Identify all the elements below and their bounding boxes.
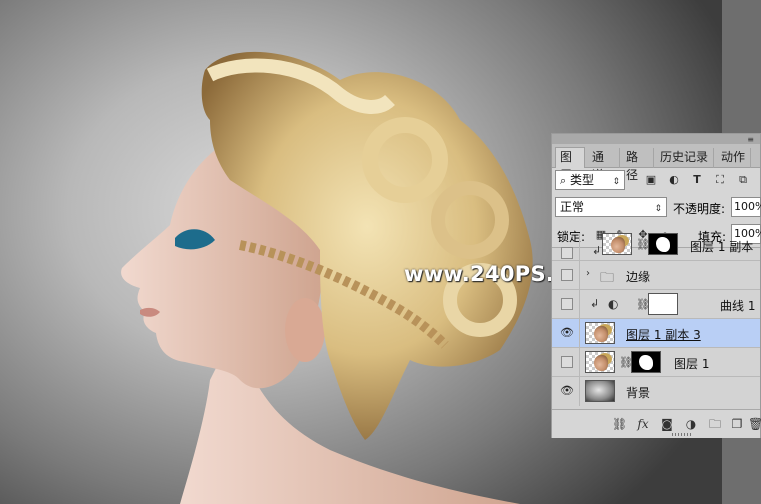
- adjustment-layer-icon: ◐: [608, 297, 619, 311]
- layer-row[interactable]: ⛓ 图层 1: [552, 348, 760, 377]
- visibility-off-box[interactable]: [561, 356, 573, 368]
- layer-mask-thumbnail[interactable]: [631, 351, 661, 373]
- ear-shape: [285, 298, 325, 362]
- filter-adjustment-icon[interactable]: ◐: [667, 173, 681, 187]
- layer-name[interactable]: 图层 1 副本 3: [626, 326, 701, 343]
- layer-name[interactable]: 背景: [626, 384, 650, 401]
- filter-kind-select[interactable]: ⌕ 类型 ⇕: [555, 170, 625, 190]
- layer-row-background[interactable]: 👁︎ 背景: [552, 377, 760, 406]
- thumbnail-face: [611, 237, 625, 253]
- mask-silhouette: [656, 237, 670, 252]
- mask-silhouette: [639, 355, 653, 370]
- tab-channels[interactable]: 通道: [588, 148, 620, 182]
- layer-name[interactable]: 图层 1: [674, 355, 709, 372]
- link-icon[interactable]: ⛓: [612, 417, 627, 431]
- background-thumbnail[interactable]: [585, 380, 615, 402]
- layer-mask-thumbnail[interactable]: [648, 293, 678, 315]
- layers-list: ↲ ⛓ 图层 1 副本 › 🗀︎ 边缘 ↲ ◐ ⛓ 曲线 1 👁︎ 图层 1 副…: [552, 233, 760, 409]
- layer-mask-thumbnail[interactable]: [648, 233, 678, 255]
- thumbnail-face: [594, 326, 608, 342]
- folder-icon[interactable]: 🗀︎: [708, 417, 722, 431]
- layer-name[interactable]: 曲线 1: [720, 297, 755, 314]
- filter-kind-label: 类型: [570, 173, 595, 187]
- clip-arrow-icon: ↲: [590, 297, 600, 310]
- layer-thumbnail[interactable]: [585, 351, 615, 373]
- tab-actions[interactable]: 动作: [717, 148, 751, 168]
- layers-bottom-toolbar: ⛓ fx ◙ ◑ 🗀︎ ❐ 🗑︎: [552, 409, 761, 438]
- visibility-toggle[interactable]: [552, 290, 580, 318]
- chevron-updown-icon: ⇕: [654, 204, 662, 214]
- tab-paths[interactable]: 路径: [622, 148, 654, 182]
- opacity-label: 不透明度:: [673, 202, 726, 216]
- visibility-toggle[interactable]: [552, 233, 580, 260]
- eye-icon[interactable]: 👁︎: [560, 385, 574, 397]
- filter-shape-icon[interactable]: ⛶: [713, 173, 727, 187]
- filter-pixel-icon[interactable]: ▣: [644, 173, 658, 187]
- new-layer-icon[interactable]: ❐: [730, 417, 744, 431]
- layer-name[interactable]: 边缘: [626, 268, 650, 285]
- visibility-toggle[interactable]: [552, 348, 580, 376]
- panel-tabs: 图层 通道 路径 历史记录 动作: [552, 144, 760, 182]
- layer-row-selected[interactable]: 👁︎ 图层 1 副本 3: [552, 319, 760, 348]
- visibility-off-box[interactable]: [561, 269, 573, 281]
- expand-arrow-icon[interactable]: ›: [586, 268, 590, 279]
- layer-row[interactable]: ↲ ◐ ⛓ 曲线 1: [552, 290, 760, 319]
- blend-mode-select[interactable]: 正常 ⇕: [555, 197, 667, 217]
- eye-icon[interactable]: 👁︎: [560, 327, 574, 339]
- visibility-toggle[interactable]: 👁︎: [552, 319, 580, 347]
- blend-row: 正常 ⇕ 不透明度: 100%: [552, 197, 761, 221]
- resize-grip[interactable]: [672, 433, 692, 436]
- clip-arrow-icon: ↲: [592, 244, 602, 257]
- opacity-input[interactable]: 100%: [731, 197, 761, 217]
- layer-thumbnail[interactable]: [602, 233, 632, 255]
- layer-thumbnail[interactable]: [585, 322, 615, 344]
- panel-menu-icon[interactable]: ≡: [747, 135, 754, 144]
- mask-icon[interactable]: ◙: [660, 417, 674, 431]
- adjustment-icon[interactable]: ◑: [684, 417, 698, 431]
- panel-title-bar[interactable]: ≡: [552, 134, 760, 144]
- thumbnail-face: [594, 355, 608, 371]
- visibility-toggle[interactable]: [552, 261, 580, 289]
- layer-group-row[interactable]: › 🗀︎ 边缘: [552, 261, 760, 290]
- search-icon: ⌕: [560, 174, 567, 187]
- tab-history[interactable]: 历史记录: [656, 148, 714, 168]
- filter-smart-object-icon[interactable]: ⧉: [736, 173, 750, 187]
- fx-icon[interactable]: fx: [636, 417, 650, 431]
- blend-mode-value: 正常: [560, 200, 585, 214]
- chevron-updown-icon: ⇕: [612, 177, 620, 187]
- visibility-off-box[interactable]: [561, 298, 573, 310]
- visibility-off-box[interactable]: [561, 247, 573, 259]
- layer-name[interactable]: 图层 1 副本: [690, 238, 753, 255]
- trash-icon[interactable]: 🗑︎: [748, 417, 761, 431]
- layers-panel: ≡ 图层 通道 路径 历史记录 动作 ⌕ 类型 ⇕ ▣ ◐ T ⛶ ⧉ 正常 ⇕…: [551, 133, 761, 438]
- visibility-toggle[interactable]: 👁︎: [552, 377, 580, 406]
- layer-row[interactable]: ↲ ⛓ 图层 1 副本: [552, 233, 760, 261]
- filter-type-icon[interactable]: T: [690, 173, 704, 187]
- tab-layers[interactable]: 图层: [555, 147, 585, 182]
- folder-icon: 🗀︎: [600, 270, 614, 286]
- filter-row: ⌕ 类型 ⇕ ▣ ◐ T ⛶ ⧉: [552, 170, 760, 194]
